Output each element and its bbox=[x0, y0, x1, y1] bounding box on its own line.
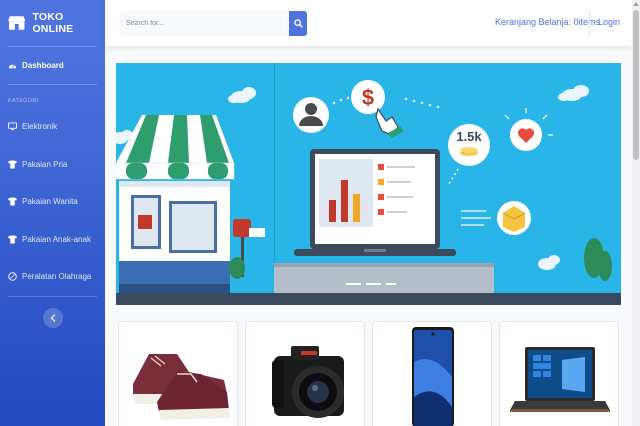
tshirt-icon bbox=[8, 160, 17, 169]
laptop-illustration bbox=[294, 149, 456, 256]
sidebar-divider bbox=[8, 296, 97, 297]
sidebar-item-label: Elektronik bbox=[22, 122, 58, 131]
store-illustration bbox=[116, 115, 235, 293]
chevron-left-icon bbox=[50, 314, 56, 322]
scroll-up-arrow-icon[interactable] bbox=[633, 2, 639, 6]
brand-name: TOKO ONLINE bbox=[32, 11, 74, 35]
price-symbol: $ bbox=[362, 85, 374, 110]
package-icon bbox=[497, 201, 531, 235]
login-link[interactable]: Login bbox=[598, 17, 620, 27]
counter-label: 1.5k bbox=[456, 129, 482, 144]
store-icon bbox=[8, 16, 26, 30]
camera-image bbox=[272, 346, 344, 418]
sidebar-heading: KATEGORI bbox=[8, 98, 39, 104]
sidebar-item-label: Pakaian Anak-anak bbox=[22, 235, 91, 244]
laptop-image bbox=[510, 347, 610, 412]
banner-illustration: $ 1.5k bbox=[116, 63, 621, 305]
sneaker-image bbox=[133, 354, 231, 420]
desktop-icon bbox=[8, 122, 17, 131]
sidebar-divider bbox=[8, 84, 97, 85]
search-button[interactable] bbox=[289, 11, 307, 36]
search-input[interactable] bbox=[120, 11, 289, 36]
smartphone-image bbox=[412, 327, 454, 426]
user-circle-icon bbox=[293, 97, 329, 133]
sidebar-item-pakaian-wanita[interactable]: Pakaian Wanita bbox=[0, 197, 78, 206]
stats-bubble: 1.5k bbox=[448, 124, 490, 166]
sidebar-item-label: Peralatan Olahraga bbox=[22, 272, 92, 281]
brand-link[interactable]: TOKO ONLINE bbox=[0, 0, 105, 46]
sidebar-item-label: Pakaian Pria bbox=[22, 160, 68, 169]
topbar-divider bbox=[589, 10, 590, 36]
product-card-smartphone[interactable] bbox=[372, 321, 492, 426]
sidebar-item-peralatan-olahraga[interactable]: Peralatan Olahraga bbox=[0, 272, 91, 281]
search-form bbox=[120, 11, 307, 36]
scrollbar-thumb[interactable] bbox=[633, 10, 639, 160]
sidebar: TOKO ONLINE Dashboard KATEGORI Elektroni… bbox=[0, 0, 105, 426]
page-scrollbar[interactable] bbox=[632, 0, 640, 426]
sidebar-item-pakaian-anak-anak[interactable]: Pakaian Anak-anak bbox=[0, 235, 91, 244]
sidebar-item-elektronik[interactable]: Elektronik bbox=[0, 122, 57, 131]
sidebar-toggle-button[interactable] bbox=[43, 308, 63, 328]
product-card-camera[interactable] bbox=[245, 321, 365, 426]
sidebar-item-pakaian-pria[interactable]: Pakaian Pria bbox=[0, 160, 67, 169]
cart-link[interactable]: Keranjang Belanja: 0items bbox=[495, 17, 600, 27]
football-icon bbox=[8, 272, 17, 281]
product-card-sneaker[interactable] bbox=[118, 321, 238, 426]
sidebar-item-dashboard[interactable]: Dashboard bbox=[0, 61, 64, 70]
topbar: Keranjang Belanja: 0items Login bbox=[105, 0, 632, 46]
sidebar-divider bbox=[8, 46, 97, 47]
sidebar-item-label: Dashboard bbox=[22, 61, 64, 70]
tshirt-icon bbox=[8, 197, 17, 206]
dollar-icon: $ bbox=[351, 80, 385, 114]
search-icon bbox=[293, 19, 303, 28]
tachometer-icon bbox=[8, 64, 17, 69]
tshirt-icon bbox=[8, 235, 17, 244]
sidebar-item-label: Pakaian Wanita bbox=[22, 197, 78, 206]
product-card-laptop[interactable] bbox=[499, 321, 619, 426]
